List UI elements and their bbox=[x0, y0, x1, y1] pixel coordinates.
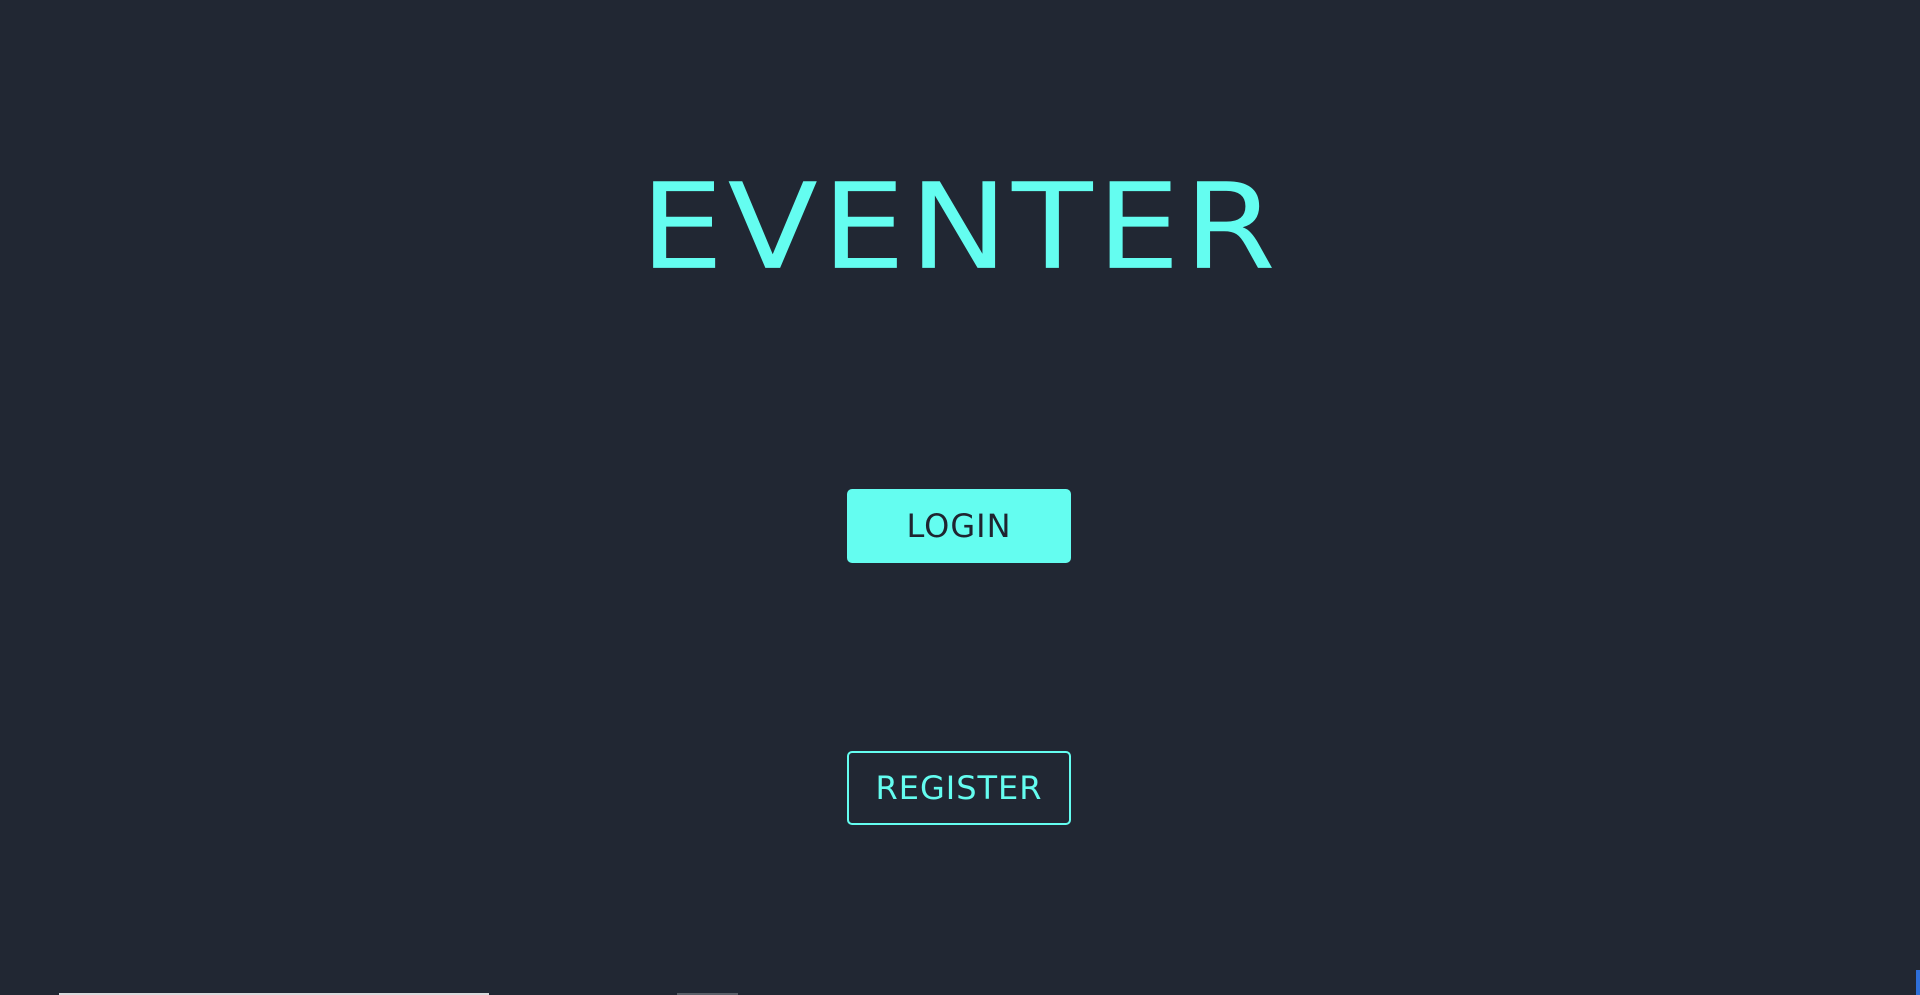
app-logo-title: EVENTER bbox=[640, 158, 1280, 297]
register-button[interactable]: REGISTER bbox=[847, 751, 1071, 825]
register-button-label: REGISTER bbox=[875, 769, 1043, 807]
login-button[interactable]: LOGIN bbox=[847, 489, 1071, 563]
login-button-label: LOGIN bbox=[906, 507, 1012, 545]
landing-page: EVENTER LOGIN REGISTER bbox=[0, 0, 1920, 995]
corner-edge-indicator bbox=[1916, 970, 1920, 995]
